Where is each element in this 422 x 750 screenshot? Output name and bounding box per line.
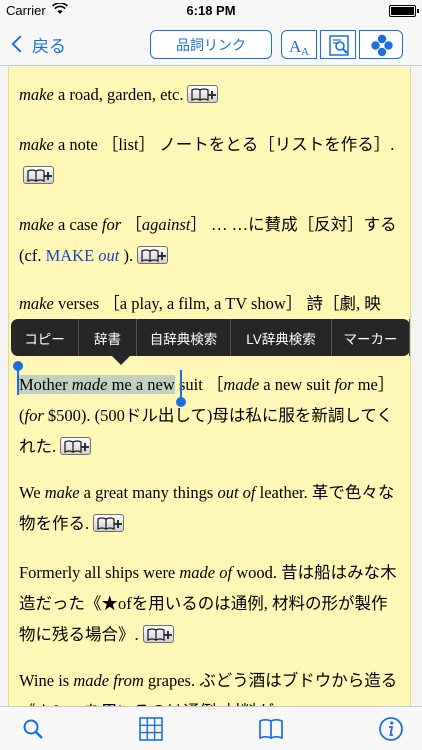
example-entry: make verses ［a play, a film, a TV show］ … bbox=[19, 288, 403, 319]
example-text: a note ［list］ ノートをとる［リストを作る］. bbox=[57, 135, 395, 154]
book-plus-icon bbox=[97, 517, 123, 531]
entry-page: make a road, garden, etc. make a note ［l… bbox=[8, 67, 411, 707]
example-text: verses ［a play, a film, a TV show］ 詩［劇, … bbox=[57, 294, 381, 313]
book-plus-icon bbox=[141, 249, 167, 263]
example-entry-selected: Mother made me a new suit ［made a new su… bbox=[19, 369, 403, 462]
tab-info[interactable] bbox=[376, 714, 406, 744]
book-plus-icon bbox=[146, 628, 172, 642]
book-plus-icon bbox=[27, 169, 52, 183]
add-to-wordbook-button[interactable] bbox=[187, 85, 219, 104]
context-menu-pointer bbox=[111, 355, 131, 365]
context-menu-copy[interactable]: コピー bbox=[11, 319, 79, 356]
selection-end-caret bbox=[180, 370, 182, 398]
example-entry: We make a great many things out of leath… bbox=[19, 477, 403, 539]
headword: make bbox=[44, 483, 80, 502]
add-to-wordbook-button[interactable] bbox=[23, 166, 54, 185]
info-icon bbox=[379, 717, 403, 741]
svg-text:A: A bbox=[301, 46, 309, 58]
tab-bar bbox=[0, 706, 422, 750]
cross-reference-particle: out bbox=[98, 246, 120, 265]
menu-button[interactable] bbox=[359, 30, 403, 59]
example-text: a road, garden, etc. bbox=[57, 85, 184, 104]
context-menu-marker[interactable]: マーカー bbox=[332, 319, 410, 356]
example-entry: Formerly all ships were made of wood. 昔は… bbox=[19, 557, 403, 650]
selection-start-caret bbox=[17, 367, 19, 395]
example-entry: make a note ［list］ ノートをとる［リストを作る］. bbox=[19, 129, 403, 191]
text-context-menu: コピー 辞書 自辞典検索 LV辞典検索 マーカー bbox=[11, 319, 410, 365]
context-menu-self-search[interactable]: 自辞典検索 bbox=[137, 319, 231, 356]
example-text: We bbox=[19, 483, 41, 502]
search-in-page-button[interactable] bbox=[320, 30, 356, 59]
selected-text: Mother bbox=[19, 375, 68, 394]
example-text: Formerly all ships were bbox=[19, 563, 176, 582]
tab-wordbook[interactable] bbox=[256, 714, 286, 744]
search-in-page-icon bbox=[329, 35, 349, 56]
example-text: a case bbox=[57, 215, 98, 234]
part-of-speech-link-button[interactable]: 品詞リンク bbox=[150, 30, 272, 59]
add-to-wordbook-button[interactable] bbox=[137, 246, 169, 265]
part-of-speech-link-label: 品詞リンク bbox=[176, 36, 246, 53]
tab-grid[interactable] bbox=[136, 714, 166, 744]
example-entry: make a road, garden, etc. bbox=[19, 79, 403, 110]
add-to-wordbook-button[interactable] bbox=[142, 625, 174, 644]
add-to-wordbook-button[interactable] bbox=[60, 437, 92, 456]
example-entry: make a case for ［against］ … …に賛成［反対］する (… bbox=[19, 215, 397, 265]
cross-reference-word: MAKE bbox=[45, 246, 95, 265]
example-italic: for bbox=[101, 215, 122, 234]
example-italic: out of bbox=[217, 483, 256, 502]
text-selection[interactable]: Mother made me a new bbox=[19, 375, 175, 394]
example-italic: for bbox=[334, 375, 354, 394]
example-italic: against bbox=[141, 215, 191, 234]
battery-icon bbox=[389, 5, 419, 17]
headword: made of bbox=[179, 563, 233, 582]
back-button[interactable]: 戻る bbox=[10, 30, 66, 58]
status-bar: Carrier 6:18 PM bbox=[0, 0, 422, 22]
dictionary-content[interactable]: make a road, garden, etc. make a note ［l… bbox=[0, 67, 422, 707]
example-entry: Wine is made from grapes. ぶどう酒はブドウから造る《★… bbox=[19, 665, 403, 707]
selection-end-handle[interactable] bbox=[176, 397, 186, 407]
headword: make bbox=[19, 294, 54, 313]
example-text: a new suit bbox=[263, 375, 331, 394]
font-size-button[interactable]: A A bbox=[281, 30, 317, 59]
chevron-left-icon bbox=[11, 35, 29, 53]
status-time: 6:18 PM bbox=[186, 3, 236, 18]
book-icon bbox=[259, 718, 283, 740]
example-text: ). bbox=[123, 246, 134, 265]
headword: make bbox=[19, 215, 54, 234]
back-label: 戻る bbox=[32, 36, 66, 56]
search-icon bbox=[23, 719, 43, 739]
add-to-wordbook-button[interactable] bbox=[93, 514, 125, 533]
context-menu-dictionary[interactable]: 辞書 bbox=[79, 319, 137, 356]
context-menu-lv-search[interactable]: LV辞典検索 bbox=[231, 319, 332, 356]
example-text: suit ［ bbox=[178, 375, 224, 394]
book-plus-icon bbox=[191, 88, 217, 102]
example-text: a great many things bbox=[83, 483, 214, 502]
cross-reference-link[interactable]: MAKE out bbox=[46, 246, 120, 265]
example-italic: made bbox=[223, 375, 260, 394]
headword: make bbox=[19, 85, 54, 104]
grid-icon bbox=[139, 717, 163, 741]
headword: made from bbox=[73, 671, 144, 690]
tab-search[interactable] bbox=[18, 714, 48, 744]
four-circles-icon bbox=[371, 34, 393, 57]
font-size-icon: A A bbox=[289, 37, 309, 58]
book-plus-icon bbox=[64, 440, 90, 454]
selected-text: me a new bbox=[111, 375, 175, 394]
example-italic: for bbox=[24, 406, 44, 425]
selected-text-italic: made bbox=[71, 375, 108, 394]
navigation-bar: 戻る 品詞リンク A A bbox=[0, 22, 422, 66]
headword: make bbox=[19, 135, 54, 154]
example-text: Wine is bbox=[19, 671, 70, 690]
